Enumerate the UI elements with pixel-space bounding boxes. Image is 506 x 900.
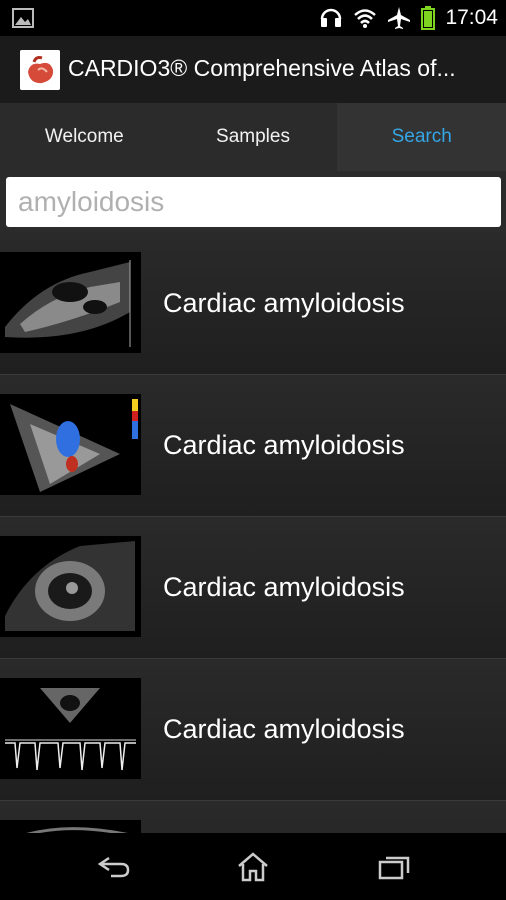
home-button[interactable] [223, 833, 283, 900]
home-icon [238, 851, 268, 881]
tab-welcome[interactable]: Welcome [0, 103, 169, 171]
search-input[interactable] [6, 177, 501, 227]
tab-bar: Welcome Samples Search [0, 103, 506, 171]
echo-thumbnail [0, 536, 141, 637]
back-button[interactable] [84, 833, 144, 900]
echo-thumbnail [0, 252, 141, 353]
airplane-icon [388, 7, 411, 29]
result-title: Cardiac amyloidosis [163, 288, 405, 318]
recents-icon [378, 856, 410, 879]
status-icons: 17:04 [319, 0, 498, 36]
recents-button[interactable] [364, 833, 424, 900]
echo-thumbnail [0, 394, 141, 495]
list-item[interactable]: Cardiac amyloidosis [0, 517, 506, 659]
tab-search[interactable]: Search [337, 103, 506, 171]
headset-icon [321, 8, 342, 27]
app-title: CARDIO3® Comprehensive Atlas of... [68, 55, 456, 81]
list-item[interactable]: Cardiac amyloidosis [0, 659, 506, 801]
result-title: Cardiac amyloidosis [163, 572, 405, 602]
list-item[interactable]: Cardiac amyloidosis [0, 233, 506, 375]
gallery-icon [12, 8, 34, 28]
app-logo-icon[interactable] [20, 50, 60, 90]
echo-thumbnail [0, 678, 141, 779]
echo-thumbnail [0, 820, 141, 833]
list-item[interactable]: Cardiac amyloidosis [0, 375, 506, 517]
wifi-icon [354, 9, 377, 28]
tab-samples[interactable]: Samples [169, 103, 338, 171]
results-list[interactable]: Cardiac amyloidosis Cardiac amyloidosis … [0, 233, 506, 833]
back-icon [97, 856, 130, 877]
status-time: 17:04 [445, 6, 498, 29]
result-title: Cardiac amyloidosis [163, 430, 405, 460]
result-title: Cardiac amyloidosis [163, 714, 405, 744]
battery-icon [421, 6, 436, 30]
list-item[interactable] [0, 801, 506, 833]
